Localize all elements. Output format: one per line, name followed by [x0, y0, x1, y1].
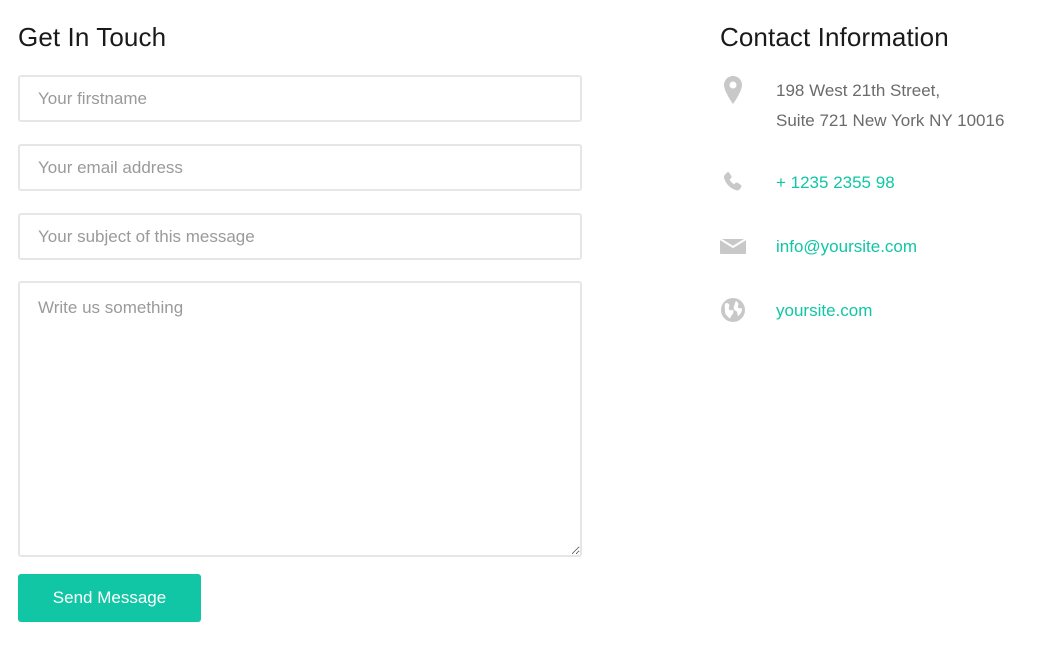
firstname-input[interactable] [18, 75, 582, 122]
subject-input[interactable] [18, 213, 582, 260]
globe-icon [720, 296, 746, 324]
email-input[interactable] [18, 144, 582, 191]
contact-heading: Contact Information [720, 22, 949, 52]
address-row: 198 West 21th Street, Suite 721 New York… [720, 76, 1040, 138]
address-line-1: 198 West 21th Street, [776, 81, 941, 100]
website-link[interactable]: yoursite.com [776, 296, 872, 326]
envelope-icon [720, 232, 746, 260]
website-row: yoursite.com [720, 296, 1040, 326]
phone-icon [720, 168, 746, 196]
phone-row: + 1235 2355 98 [720, 168, 1040, 198]
email-row: info@yoursite.com [720, 232, 1040, 262]
location-pin-icon [720, 76, 746, 104]
form-heading: Get In Touch [18, 22, 167, 52]
message-textarea[interactable] [18, 281, 582, 557]
address-line-2: Suite 721 New York NY 10016 [776, 111, 1005, 130]
email-link[interactable]: info@yoursite.com [776, 232, 917, 262]
send-message-button[interactable]: Send Message [18, 574, 201, 622]
phone-link[interactable]: + 1235 2355 98 [776, 168, 895, 198]
